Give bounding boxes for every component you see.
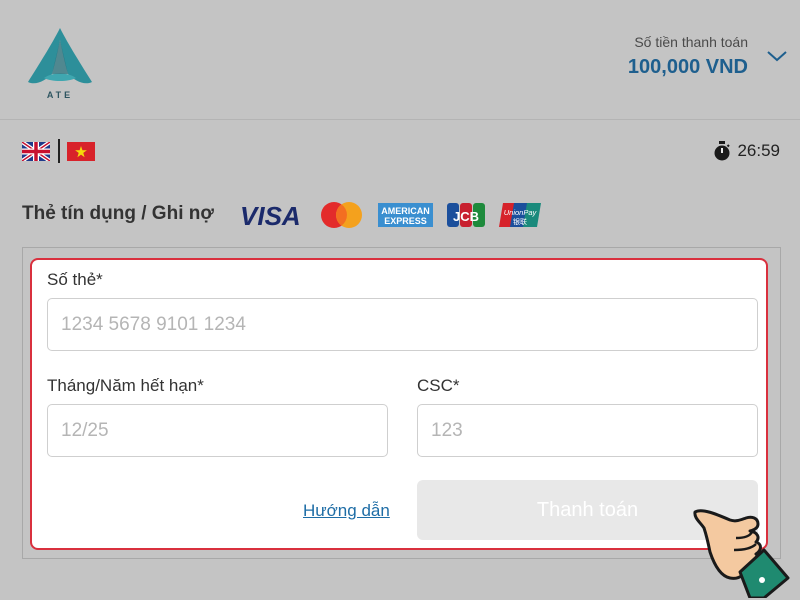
stopwatch-icon bbox=[714, 141, 731, 161]
amex-logo: AMERICAN EXPRESS bbox=[378, 203, 433, 227]
jcb-logo: JCB bbox=[447, 203, 485, 227]
logo-text: ATE bbox=[46, 90, 74, 100]
countdown-timer: 26:59 bbox=[713, 141, 780, 161]
pointing-hand-icon bbox=[693, 509, 790, 598]
language-divider bbox=[58, 139, 60, 163]
csc-label: CSC* bbox=[417, 376, 460, 395]
unionpay-logo: UnionPay 银联 bbox=[499, 203, 541, 227]
amount-value: 100,000 VND bbox=[627, 56, 748, 78]
flag-vietnam-icon[interactable] bbox=[67, 142, 95, 161]
flag-uk-icon[interactable] bbox=[22, 142, 50, 161]
csc-input[interactable] bbox=[417, 404, 758, 457]
card-form: Số thẻ* Tháng/Năm hết hạn* CSC* Hướng dẫ… bbox=[30, 258, 768, 550]
language-bar: 26:59 bbox=[0, 121, 800, 181]
guide-link[interactable]: Hướng dẫn bbox=[303, 501, 390, 521]
card-number-label: Số thẻ* bbox=[47, 270, 103, 289]
payment-amount: Số tiền thanh toán 100,000 VND bbox=[628, 34, 748, 79]
unionpay-cn-text: 银联 bbox=[513, 217, 527, 226]
amount-label: Số tiền thanh toán bbox=[634, 34, 748, 50]
amex-text-top: AMERICAN bbox=[381, 206, 430, 216]
jcb-text: JCB bbox=[453, 209, 479, 224]
expiry-label: Tháng/Năm hết hạn* bbox=[47, 376, 204, 395]
chevron-down-icon[interactable] bbox=[766, 48, 788, 64]
visa-logo: VISA bbox=[240, 201, 301, 229]
header: ATE Số tiền thanh toán 100,000 VND bbox=[0, 0, 800, 120]
mastercard-logo bbox=[321, 202, 362, 228]
card-number-input[interactable] bbox=[47, 298, 758, 351]
unionpay-text: UnionPay bbox=[504, 208, 538, 217]
amex-text-bottom: EXPRESS bbox=[384, 216, 427, 226]
expiry-input[interactable] bbox=[47, 404, 388, 457]
payment-method-title: Thẻ tín dụng / Ghi nợ bbox=[22, 203, 214, 224]
visa-text: VISA bbox=[240, 201, 301, 229]
timer-value: 26:59 bbox=[737, 141, 780, 160]
